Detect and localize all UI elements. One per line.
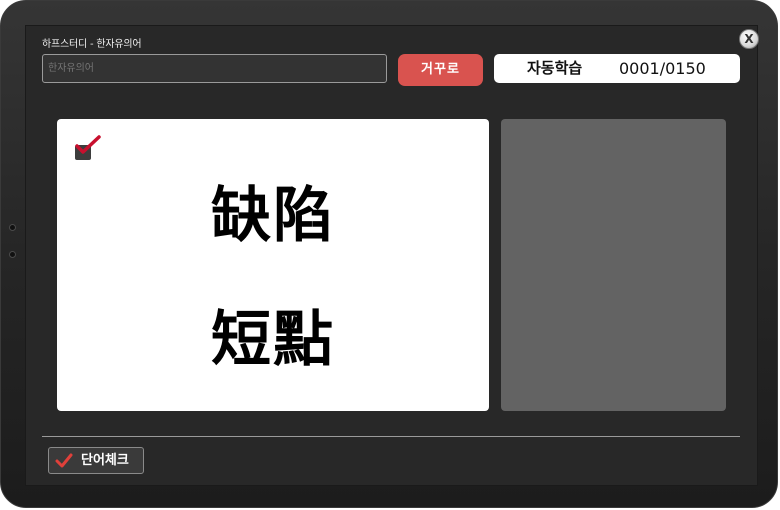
auto-study-panel: 자동학습 0001/0150 [494, 54, 740, 83]
close-button[interactable]: X [739, 29, 759, 49]
checkmark-icon [75, 135, 101, 160]
footer-divider [42, 436, 740, 437]
progress-counter: 0001/0150 [619, 59, 706, 78]
word-check-label: 단어체크 [81, 453, 129, 468]
word-check-button[interactable]: 단어체크 [48, 447, 144, 474]
sensor-dot [9, 251, 16, 258]
hanja-word-primary: 缺陷 [211, 181, 335, 251]
auto-study-label[interactable]: 자동학습 [527, 54, 582, 83]
checkmark-icon [55, 453, 73, 468]
tablet-device: 하프스터디 - 한자유의어 X 거꾸로 자동학습 0001/0150 缺陷 短點 [0, 0, 778, 508]
app-title: 하프스터디 - 한자유의어 [42, 39, 142, 50]
close-icon: X [744, 32, 754, 46]
hanja-word-synonym: 短點 [211, 305, 335, 375]
search-input[interactable] [43, 55, 386, 82]
search-box[interactable] [42, 54, 387, 83]
camera-dot [9, 224, 16, 231]
meaning-panel[interactable] [501, 119, 726, 411]
word-check-checkbox[interactable] [74, 135, 102, 163]
app-screen: 하프스터디 - 한자유의어 X 거꾸로 자동학습 0001/0150 缺陷 短點 [25, 25, 759, 486]
reverse-button[interactable]: 거꾸로 [398, 54, 483, 86]
word-card[interactable]: 缺陷 短點 [57, 119, 489, 411]
